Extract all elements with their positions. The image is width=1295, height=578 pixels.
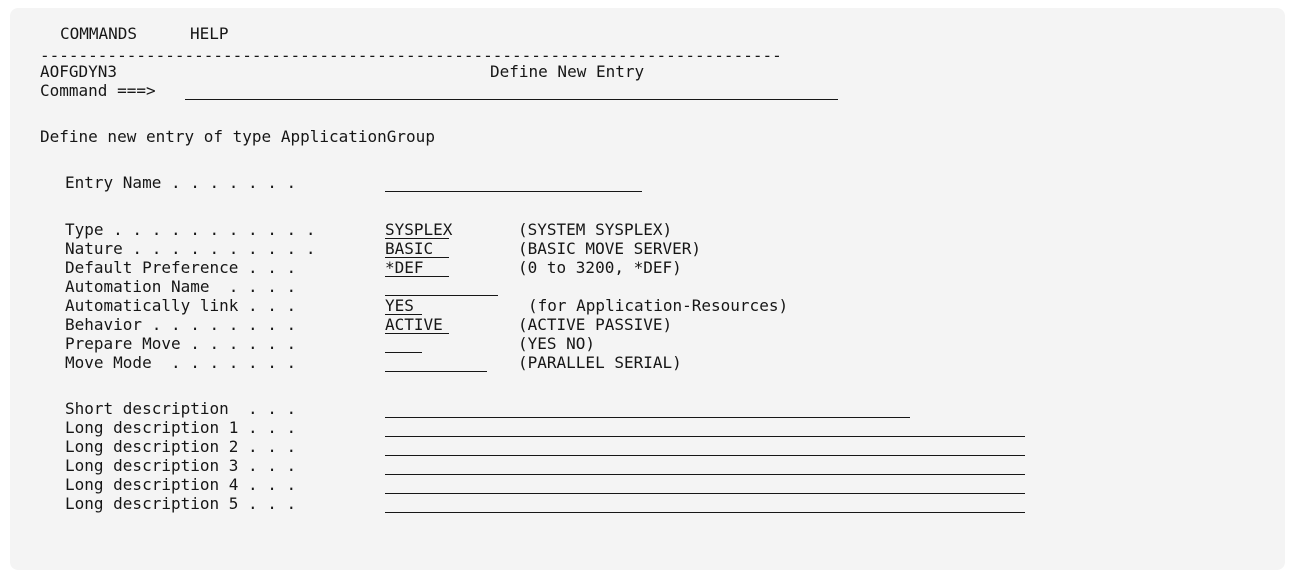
long-description-2-input[interactable] bbox=[385, 437, 1025, 456]
panel-header: AOFGDYN3 Define New Entry bbox=[40, 62, 644, 81]
entry-name-row: Entry Name . . . . . . . bbox=[40, 173, 642, 192]
move-mode-input[interactable] bbox=[385, 353, 487, 372]
panel-id: AOFGDYN3 bbox=[40, 62, 118, 81]
long-description-5-row: Long description 5 . . . bbox=[40, 494, 1025, 513]
long-description-2-row: Long description 2 . . . bbox=[40, 437, 1025, 456]
intro-text: Define new entry of type ApplicationGrou… bbox=[40, 127, 435, 146]
long-description-1-input[interactable] bbox=[385, 418, 1025, 437]
automatically-link-row: Automatically link . . . YES (for Applic… bbox=[40, 296, 788, 315]
nature-input[interactable]: BASIC bbox=[385, 239, 449, 258]
long-description-5-label: Long description 5 . . . bbox=[65, 494, 297, 513]
type-label: Type . . . . . . . . . . . bbox=[65, 220, 316, 239]
prepare-move-hint: (YES NO) bbox=[518, 334, 596, 353]
long-description-3-row: Long description 3 . . . bbox=[40, 456, 1025, 475]
long-description-4-input[interactable] bbox=[385, 475, 1025, 494]
terminal-panel: COMMANDS HELP --------------------------… bbox=[10, 8, 1285, 570]
menu-help[interactable]: HELP bbox=[190, 24, 229, 43]
menu-bar: COMMANDS HELP bbox=[40, 24, 229, 43]
default-preference-input[interactable]: *DEF bbox=[385, 258, 449, 277]
short-description-label: Short description . . . bbox=[65, 399, 297, 418]
automatically-link-input[interactable]: YES bbox=[385, 296, 422, 315]
command-label: Command ===> bbox=[40, 81, 156, 100]
automation-name-input[interactable] bbox=[385, 277, 498, 296]
long-description-1-row: Long description 1 . . . bbox=[40, 418, 1025, 437]
long-description-3-label: Long description 3 . . . bbox=[65, 456, 297, 475]
long-description-4-label: Long description 4 . . . bbox=[65, 475, 297, 494]
default-preference-label: Default Preference . . . bbox=[65, 258, 297, 277]
menu-commands[interactable]: COMMANDS bbox=[60, 24, 137, 43]
long-description-1-label: Long description 1 . . . bbox=[65, 418, 297, 437]
long-description-2-label: Long description 2 . . . bbox=[65, 437, 297, 456]
nature-row: Nature . . . . . . . . . . BASIC (BASIC … bbox=[40, 239, 701, 258]
behavior-hint: (ACTIVE PASSIVE) bbox=[518, 315, 673, 334]
type-row: Type . . . . . . . . . . . SYSPLEX (SYST… bbox=[40, 220, 672, 239]
prepare-move-input[interactable] bbox=[385, 334, 422, 353]
behavior-input[interactable]: ACTIVE bbox=[385, 315, 449, 334]
command-input[interactable] bbox=[185, 81, 838, 100]
short-description-input[interactable] bbox=[385, 399, 910, 418]
entry-name-label: Entry Name . . . . . . . bbox=[65, 173, 297, 192]
type-hint: (SYSTEM SYSPLEX) bbox=[518, 220, 673, 239]
behavior-row: Behavior . . . . . . . . ACTIVE (ACTIVE … bbox=[40, 315, 672, 334]
default-preference-hint: (0 to 3200, *DEF) bbox=[518, 258, 682, 277]
prepare-move-label: Prepare Move . . . . . . bbox=[65, 334, 297, 353]
long-description-3-input[interactable] bbox=[385, 456, 1025, 475]
type-input[interactable]: SYSPLEX bbox=[385, 220, 452, 239]
intro-row: Define new entry of type ApplicationGrou… bbox=[40, 127, 435, 146]
default-preference-row: Default Preference . . . *DEF (0 to 3200… bbox=[40, 258, 682, 277]
automation-name-label: Automation Name . . . . bbox=[65, 277, 297, 296]
entry-name-input[interactable] bbox=[385, 173, 642, 192]
nature-label: Nature . . . . . . . . . . bbox=[65, 239, 316, 258]
command-row: Command ===> bbox=[40, 81, 838, 100]
long-description-5-input[interactable] bbox=[385, 494, 1025, 513]
automatically-link-label: Automatically link . . . bbox=[65, 296, 297, 315]
automation-name-row: Automation Name . . . . bbox=[40, 277, 498, 296]
behavior-label: Behavior . . . . . . . . bbox=[65, 315, 297, 334]
long-description-4-row: Long description 4 . . . bbox=[40, 475, 1025, 494]
automatically-link-hint: (for Application-Resources) bbox=[528, 296, 789, 315]
prepare-move-row: Prepare Move . . . . . . (YES NO) bbox=[40, 334, 595, 353]
nature-hint: (BASIC MOVE SERVER) bbox=[518, 239, 702, 258]
move-mode-label: Move Mode . . . . . . . bbox=[65, 353, 297, 372]
move-mode-hint: (PARALLEL SERIAL) bbox=[518, 353, 682, 372]
panel-title: Define New Entry bbox=[490, 62, 645, 81]
move-mode-row: Move Mode . . . . . . . (PARALLEL SERIAL… bbox=[40, 353, 682, 372]
short-description-row: Short description . . . bbox=[40, 399, 910, 418]
